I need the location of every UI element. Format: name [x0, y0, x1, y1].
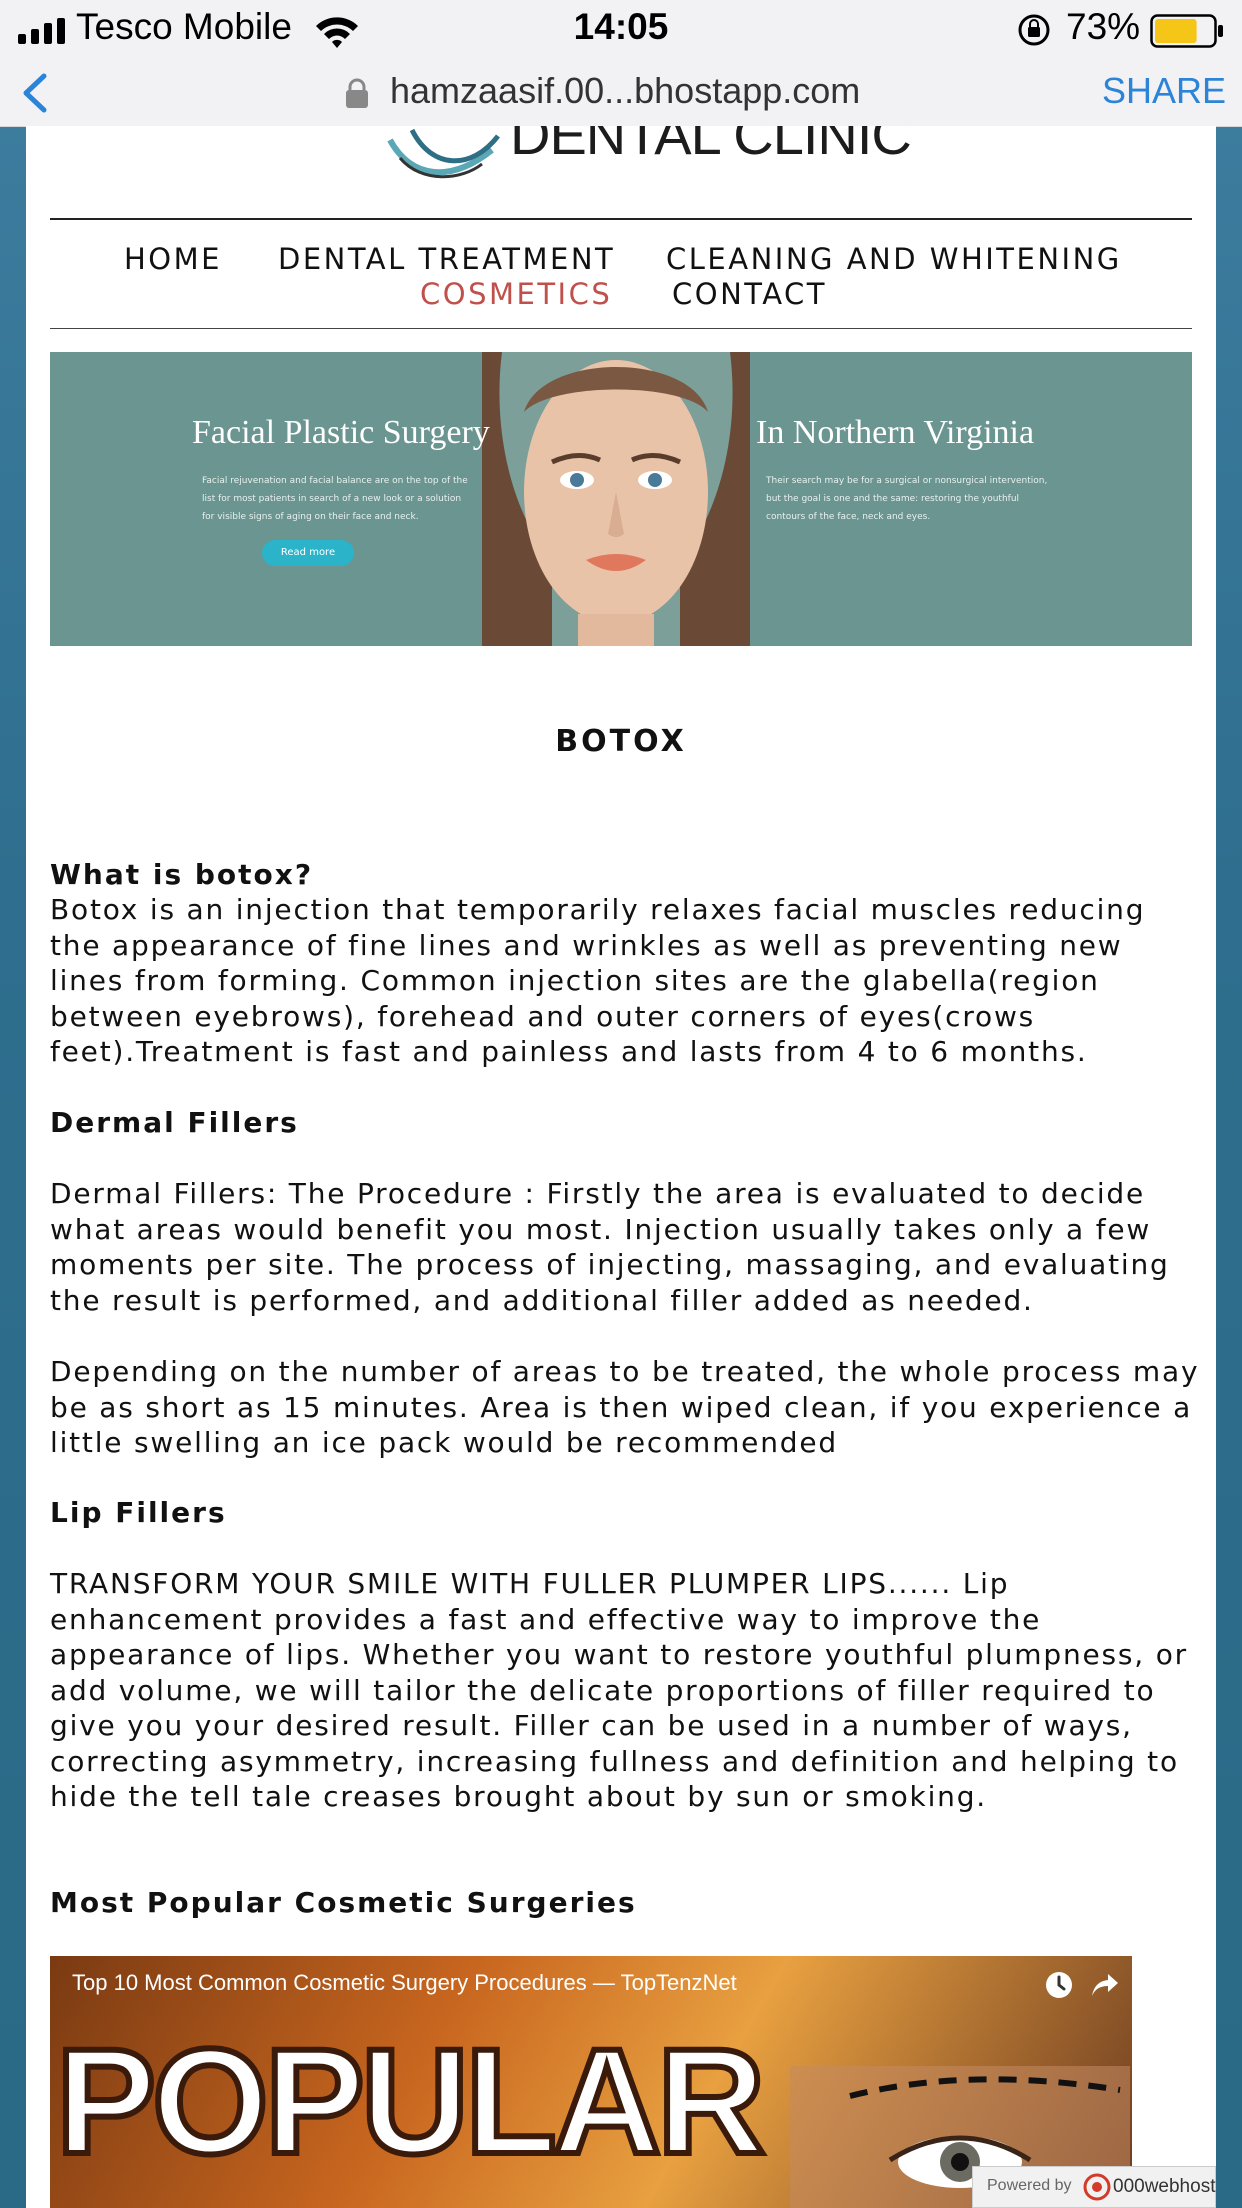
- hero-subtitle-right: Their search may be for a surgical or no…: [766, 476, 1048, 522]
- read-more-button[interactable]: Read more: [262, 540, 354, 566]
- back-icon[interactable]: [16, 70, 56, 116]
- nav-divider-top: [50, 218, 1192, 220]
- rotation-lock-icon: [1018, 14, 1050, 46]
- section-body-dermal-fillers-2: Depending on the number of areas to be t…: [50, 1355, 1200, 1459]
- logo-text: DENTAL CLINIC: [510, 126, 912, 166]
- video-embed[interactable]: Top 10 Most Common Cosmetic Surgery Proc…: [50, 1956, 1132, 2208]
- section-body-dermal-fillers: Dermal Fillers: The Procedure : Firstly …: [50, 1177, 1170, 1317]
- hero-banner: Facial Plastic Surgery Facial rejuvenati…: [50, 352, 1192, 646]
- nav-home[interactable]: HOME: [124, 242, 222, 276]
- url-field[interactable]: hamzaasif.00...bhostapp.com: [390, 70, 860, 112]
- nav-cleaning-whitening[interactable]: CLEANING AND WHITENING: [666, 242, 1122, 276]
- webhost-brand: 000webhost: [1113, 2176, 1216, 2197]
- nav-contact[interactable]: CONTACT: [672, 277, 827, 311]
- section-body-lip-fillers: TRANSFORM YOUR SMILE WITH FULLER PLUMPER…: [50, 1567, 1188, 1813]
- share-button[interactable]: SHARE: [1102, 70, 1226, 112]
- share-icon[interactable]: [1090, 1970, 1120, 2000]
- web-page: DENTAL CLINIC HOME DENTAL TREATMENT CLEA…: [26, 126, 1216, 2208]
- page-title: BOTOX: [555, 724, 687, 759]
- powered-by-badge[interactable]: Powered by 000webhost: [972, 2166, 1216, 2208]
- webhost-logo-icon: [1083, 2173, 1111, 2201]
- site-logo[interactable]: DENTAL CLINIC: [382, 126, 912, 192]
- battery-icon: [1150, 14, 1223, 48]
- section-body-botox: Botox is an injection that temporarily r…: [50, 893, 1146, 1068]
- status-bar: Tesco Mobile 14:05 73%: [0, 0, 1242, 62]
- section-heading-dermal-fillers: Dermal Fillers: [50, 1106, 299, 1139]
- section-heading-lip-fillers: Lip Fillers: [50, 1496, 227, 1529]
- clock-time: 14:05: [573, 6, 669, 47]
- hero-title-right: In Northern Virginia: [756, 414, 1035, 451]
- address-bar: hamzaasif.00...bhostapp.com SHARE: [0, 62, 1242, 127]
- video-title[interactable]: Top 10 Most Common Cosmetic Surgery Proc…: [72, 1970, 737, 1996]
- section-heading-botox: What is botox?: [50, 858, 314, 891]
- hero-subtitle-left: Facial rejuvenation and facial balance a…: [202, 476, 468, 522]
- powered-by-label: Powered by: [987, 2177, 1072, 2194]
- nav-divider-bottom: [50, 328, 1192, 329]
- hero-title-left: Facial Plastic Surgery: [192, 414, 490, 451]
- section-heading-popular-surgeries: Most Popular Cosmetic Surgeries: [50, 1886, 637, 1919]
- woman-portrait-image: [482, 352, 750, 646]
- battery-percent: 73%: [1066, 6, 1141, 47]
- lock-icon: [346, 78, 368, 108]
- watch-later-icon[interactable]: [1044, 1970, 1074, 2000]
- nav-dental-treatment[interactable]: DENTAL TREATMENT: [278, 242, 615, 276]
- nav-cosmetics[interactable]: COSMETICS: [420, 277, 612, 311]
- tooth-logo-icon: [387, 128, 500, 179]
- video-thumbnail-text: POPULAR: [53, 2017, 768, 2185]
